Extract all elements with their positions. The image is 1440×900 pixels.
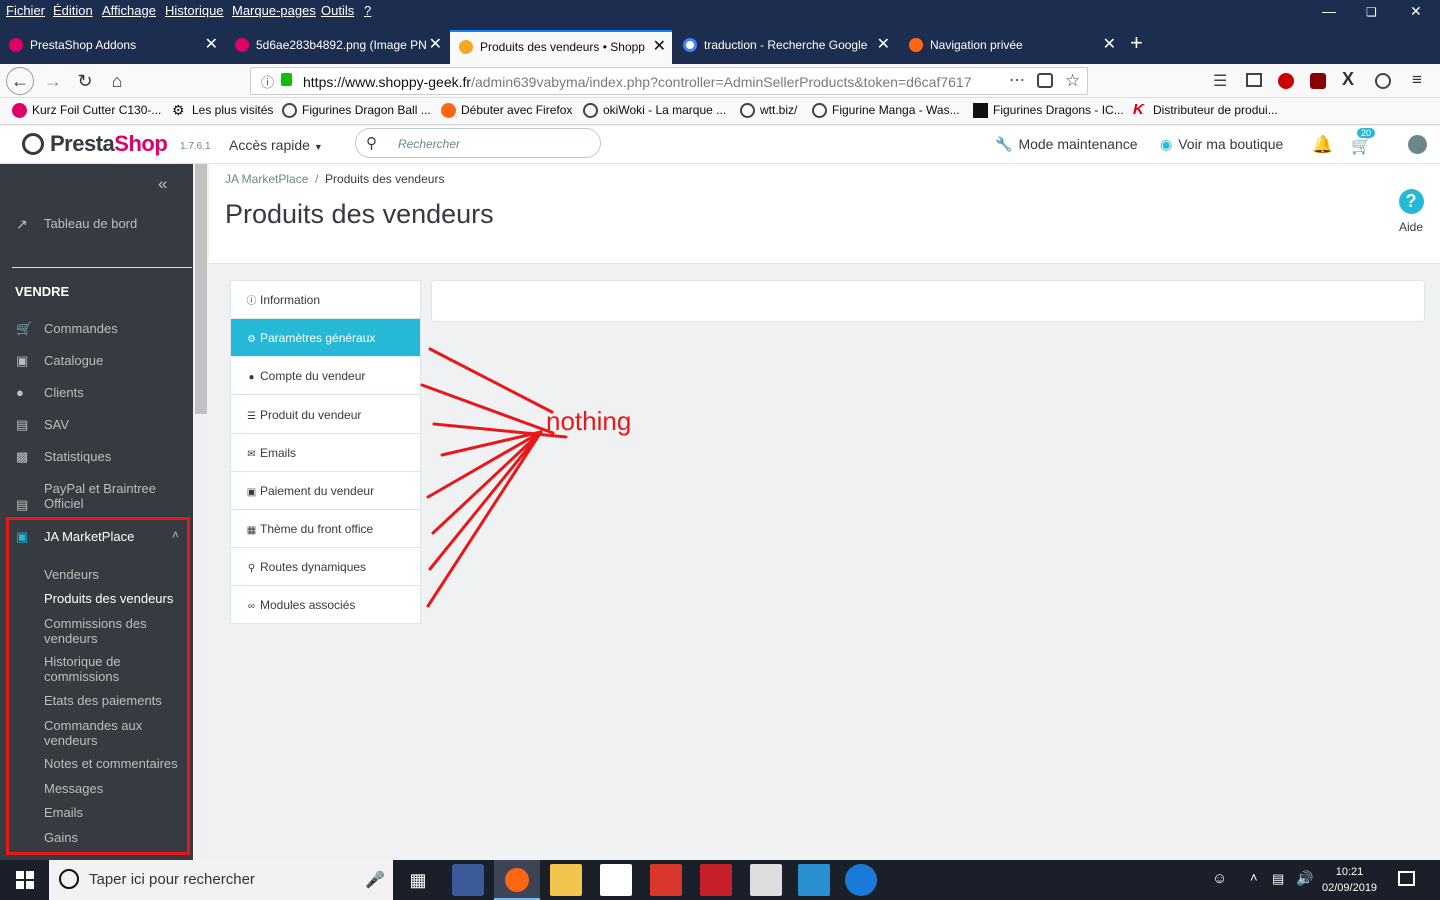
firefox-icon bbox=[505, 868, 529, 892]
annotation-label: nothing bbox=[546, 406, 632, 436]
taskbar-firefox-active[interactable] bbox=[494, 860, 540, 900]
annotation-line bbox=[426, 430, 543, 608]
app-icon[interactable] bbox=[798, 864, 830, 896]
calculator-icon[interactable] bbox=[750, 864, 782, 896]
windows-taskbar: Taper ici pour rechercher 🎤 ▦ ☺ ˄ ▤ 🔊 10… bbox=[0, 860, 1440, 900]
taskbar-search-box[interactable]: Taper ici pour rechercher 🎤 bbox=[49, 860, 393, 900]
app-icon[interactable] bbox=[650, 864, 682, 896]
file-explorer-icon[interactable] bbox=[550, 864, 582, 896]
microphone-icon[interactable]: 🎤 bbox=[365, 870, 385, 890]
task-view-icon[interactable]: ▦ bbox=[402, 864, 434, 896]
control-panel-icon[interactable] bbox=[452, 864, 484, 896]
network-icon[interactable]: ▤ bbox=[1272, 871, 1284, 887]
cortana-icon bbox=[59, 869, 79, 889]
taskbar-clock[interactable]: 10:21 02/09/2019 bbox=[1322, 864, 1377, 896]
action-center-icon[interactable] bbox=[1398, 871, 1415, 886]
people-icon[interactable]: ☺ bbox=[1212, 870, 1227, 887]
annotation-line bbox=[426, 430, 543, 499]
mail-icon[interactable] bbox=[600, 864, 632, 896]
filezilla-icon[interactable] bbox=[700, 864, 732, 896]
chevron-up-icon[interactable]: ˄ bbox=[1250, 870, 1258, 885]
windows-start-icon[interactable] bbox=[16, 871, 34, 889]
teamviewer-icon[interactable] bbox=[845, 864, 877, 896]
annotation-line bbox=[428, 347, 554, 414]
volume-icon[interactable]: 🔊 bbox=[1296, 870, 1313, 887]
taskbar-search-placeholder: Taper ici pour rechercher bbox=[89, 871, 255, 888]
annotation-arrows bbox=[420, 347, 568, 608]
